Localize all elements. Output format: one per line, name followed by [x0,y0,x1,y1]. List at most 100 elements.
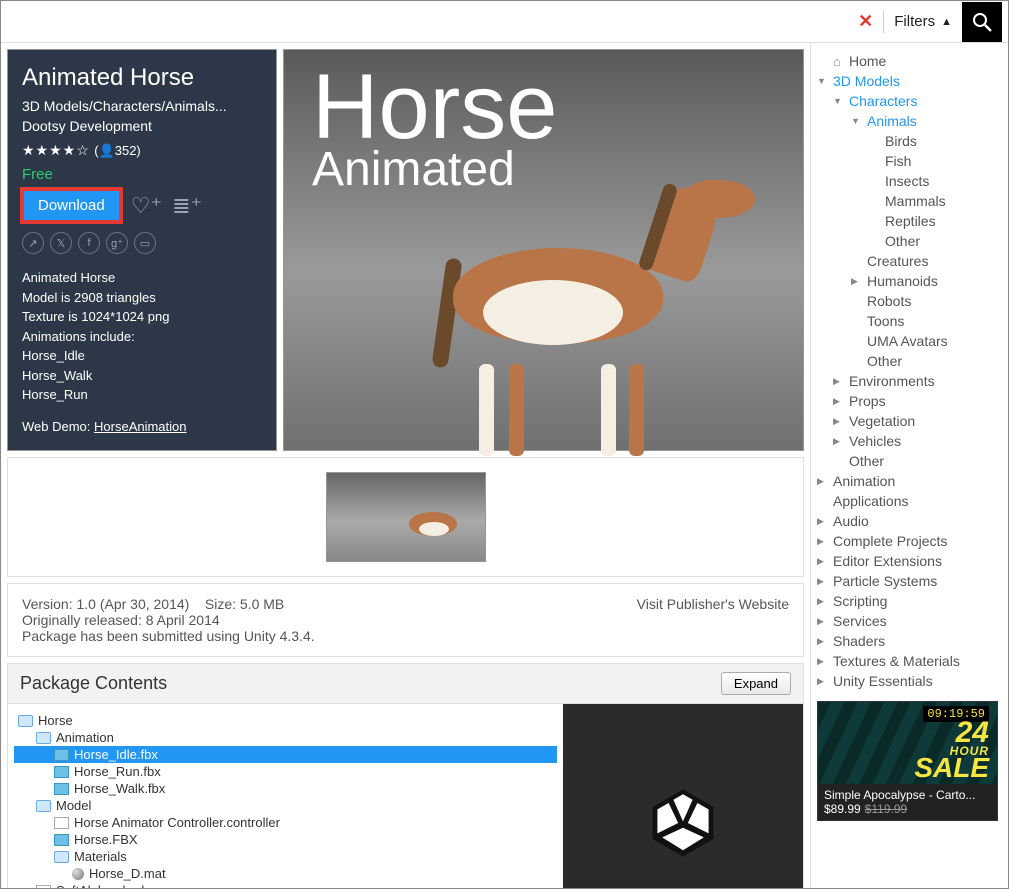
breadcrumb[interactable]: 3D Models/Characters/Animals... [22,98,262,114]
wishlist-icon[interactable]: ♡⁺ [131,193,162,219]
sidebar-item[interactable]: ▼Characters [811,91,1004,111]
chevron-icon: ▼ [851,116,861,126]
home-icon: ⌂ [833,54,843,69]
sidebar-item[interactable]: ▶Vehicles [811,431,1004,451]
sidebar-item[interactable]: ▶Unity Essentials [811,671,1004,691]
chevron-up-icon: ▲ [941,16,952,28]
folder-open-icon [18,715,33,727]
filters-button[interactable]: Filters ▲ [894,13,952,30]
close-icon[interactable]: ✕ [858,11,873,32]
sidebar-item[interactable]: Robots [811,291,1004,311]
sidebar-item[interactable]: Other [811,351,1004,371]
folder-open-icon [54,851,69,863]
tree-item[interactable]: Horse Animator Controller.controller [14,814,557,831]
chevron-icon: ▶ [851,276,861,287]
sidebar-item[interactable]: Mammals [811,191,1004,211]
sidebar-item[interactable]: ▶Particle Systems [811,571,1004,591]
sidebar-item[interactable]: Applications [811,491,1004,511]
download-button[interactable]: Download [22,189,121,222]
chevron-icon: ▶ [833,416,843,427]
file-tree: HorseAnimationHorse_Idle.fbxHorse_Run.fb… [8,704,563,888]
twitter-icon[interactable]: 𝕏 [50,232,72,254]
sidebar-item[interactable]: ▼3D Models [811,71,1004,91]
chevron-icon: ▶ [817,536,827,547]
file-icon [36,885,51,889]
tree-item[interactable]: Horse_Idle.fbx [14,746,557,763]
tree-item[interactable]: Horse [14,712,557,729]
add-list-icon[interactable]: ≣⁺ [172,193,202,219]
sidebar-item[interactable]: ▶Textures & Materials [811,651,1004,671]
file-icon [54,817,69,829]
sidebar-item[interactable]: Birds [811,131,1004,151]
search-button[interactable] [962,2,1002,42]
sidebar-item[interactable]: ⌂Home [811,51,1004,71]
expand-button[interactable]: Expand [721,672,791,695]
rating-count: (👤352) [94,143,141,158]
sidebar-item[interactable]: ▶Vegetation [811,411,1004,431]
chevron-icon: ▶ [817,596,827,607]
tree-item[interactable]: Animation [14,729,557,746]
tree-item[interactable]: Horse_Walk.fbx [14,780,557,797]
sidebar-item[interactable]: ▶Scripting [811,591,1004,611]
promo-old-price: $119.99 [865,802,908,816]
chevron-icon: ▶ [817,476,827,487]
price-label: Free [22,166,262,183]
sidebar-item[interactable]: ▶Environments [811,371,1004,391]
cube-icon [54,766,69,778]
google-plus-icon[interactable]: g⁺ [106,232,128,254]
chevron-icon: ▼ [833,96,843,106]
chevron-icon: ▼ [817,76,827,86]
tree-item[interactable]: SoftAlpha.shader [14,882,557,888]
chat-icon[interactable]: ▭ [134,232,156,254]
sidebar-item[interactable]: ▶Audio [811,511,1004,531]
demo-link[interactable]: HorseAnimation [94,419,187,434]
submitted-label: Package has been submitted using Unity 4… [22,628,315,644]
cube-icon [54,834,69,846]
sidebar-item[interactable]: Insects [811,171,1004,191]
sphere-icon [72,868,84,880]
category-sidebar: ⌂Home▼3D Models▼Characters▼AnimalsBirdsF… [810,43,1008,888]
folder-open-icon [36,800,51,812]
promo-title: Simple Apocalypse - Carto... [824,788,991,802]
tree-item[interactable]: Horse_Run.fbx [14,763,557,780]
promo-banner[interactable]: 09:19:59 24 HOUR SALE Simple Apocalypse … [817,701,998,821]
sidebar-item[interactable]: ▶Services [811,611,1004,631]
tree-item[interactable]: Horse_D.mat [14,865,557,882]
tree-item[interactable]: Materials [14,848,557,865]
sidebar-item[interactable]: Other [811,231,1004,251]
tree-item[interactable]: Model [14,797,557,814]
sidebar-item[interactable]: Creatures [811,251,1004,271]
author-link[interactable]: Dootsy Development [22,118,262,134]
rating: ★★★★☆ (👤352) [22,142,262,160]
cube-icon [54,749,69,761]
sidebar-item[interactable]: ▶Humanoids [811,271,1004,291]
sidebar-item[interactable]: ▶Props [811,391,1004,411]
chevron-icon: ▶ [817,616,827,627]
chevron-icon: ▶ [833,436,843,447]
publisher-website-link[interactable]: Visit Publisher's Website [637,596,789,644]
sidebar-item[interactable]: ▼Animals [811,111,1004,131]
asset-meta: Version: 1.0 (Apr 30, 2014) Size: 5.0 MB… [7,583,804,657]
chevron-icon: ▶ [817,636,827,647]
facebook-icon[interactable]: f [78,232,100,254]
sidebar-item[interactable]: Fish [811,151,1004,171]
tree-item[interactable]: Horse.FBX [14,831,557,848]
file-preview [563,704,803,888]
share-icon[interactable]: ↗ [22,232,44,254]
sidebar-item[interactable]: ▶Editor Extensions [811,551,1004,571]
filters-label: Filters [894,13,935,30]
sidebar-item[interactable]: Reptiles [811,211,1004,231]
sidebar-item[interactable]: UMA Avatars [811,331,1004,351]
thumbnail[interactable] [326,472,486,562]
sidebar-item[interactable]: Toons [811,311,1004,331]
web-demo: Web Demo: HorseAnimation [22,417,262,437]
chevron-icon: ▶ [817,516,827,527]
sidebar-item[interactable]: ▶Animation [811,471,1004,491]
sidebar-item[interactable]: Other [811,451,1004,471]
thumbnail-strip [7,457,804,577]
sidebar-item[interactable]: ▶Shaders [811,631,1004,651]
horse-illustration [443,228,743,388]
search-icon [972,12,992,32]
chevron-icon: ▶ [817,556,827,567]
sidebar-item[interactable]: ▶Complete Projects [811,531,1004,551]
